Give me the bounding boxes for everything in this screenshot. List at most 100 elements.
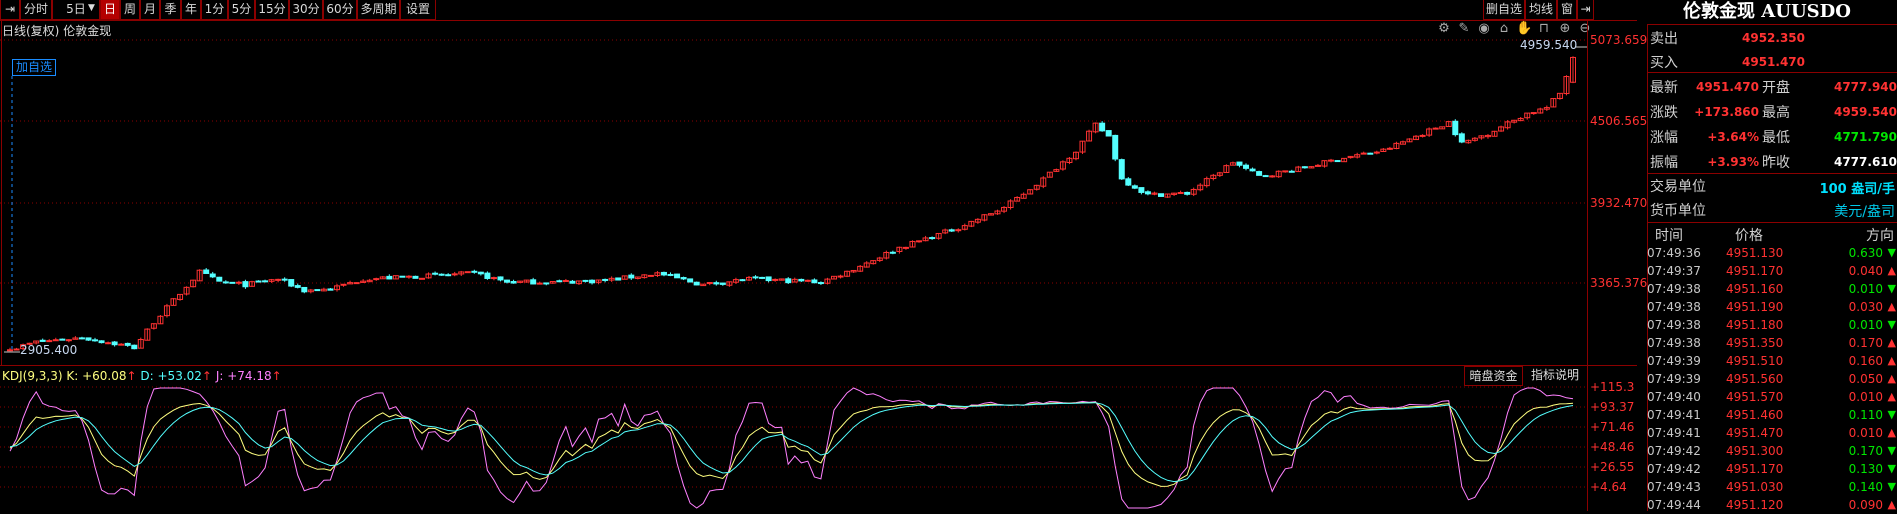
candle-body [7, 349, 13, 352]
candle-body [111, 341, 118, 346]
y-tick: 3932.470 [1590, 196, 1648, 210]
divider [1647, 173, 1897, 174]
candle-body [451, 273, 458, 276]
candle-body [569, 280, 576, 284]
tick-change: 0.130 [1848, 462, 1883, 476]
price-chart[interactable] [0, 0, 1640, 511]
candle-body [229, 281, 236, 284]
tick-time: 07:49:37 [1647, 264, 1701, 278]
latest-value: 4951.470 [1695, 80, 1759, 94]
candle-body [948, 229, 955, 232]
candle-body [1105, 130, 1112, 137]
arrow-up-icon: ▲ [1887, 264, 1896, 277]
direction-header: 方向 [1866, 228, 1894, 244]
candle-body [412, 275, 419, 279]
high-label: 最高 [1762, 105, 1790, 121]
tick-row: 07:49:40 4951.570 0.010 ▲ [1647, 388, 1897, 406]
tick-price: 4951.120 [1726, 498, 1784, 512]
candle-body [1458, 133, 1465, 143]
low-value: 4771.790 [1833, 130, 1897, 144]
candle-body [327, 288, 334, 291]
arrow-up-icon: ▲ [1887, 498, 1896, 511]
divider [1647, 222, 1897, 223]
tick-time: 07:49:42 [1647, 462, 1701, 476]
kdj-d-line [9, 402, 1574, 483]
low-label: 最低 [1762, 130, 1790, 146]
candle-body [98, 340, 105, 344]
candle-body [405, 275, 412, 278]
buy-price: 4951.470 [1742, 55, 1806, 69]
candle-body [543, 282, 550, 285]
candle-body [399, 275, 406, 278]
candle-body [929, 237, 936, 240]
indicator-help-button[interactable]: 指标说明 [1523, 366, 1587, 386]
candle-body [301, 286, 308, 293]
y-tick: 3365.376 [1590, 276, 1648, 290]
tick-change: 0.030 [1848, 300, 1883, 314]
change-label: 涨跌 [1650, 105, 1678, 121]
candle-body [687, 278, 694, 283]
candle-body [432, 272, 439, 275]
kdj-y-tick: +4.64 [1590, 480, 1627, 494]
candle-body [490, 277, 497, 280]
sell-price: 4952.350 [1742, 31, 1806, 45]
trade-unit-value: 100 盎司/手 [1819, 182, 1895, 197]
tick-change: 0.160 [1848, 354, 1883, 368]
candle-body [719, 282, 726, 285]
candle-body [1334, 160, 1341, 163]
candle-body [889, 251, 896, 254]
arrow-down-icon: ▼ [1887, 408, 1896, 421]
prev-value: 4777.610 [1833, 155, 1897, 169]
candle-body [1249, 168, 1256, 172]
candle-body [1530, 112, 1537, 115]
kdj-k-line [9, 401, 1574, 487]
kdj-y-tick: +115.3 [1590, 380, 1635, 394]
arrow-up-icon: ▲ [1887, 426, 1896, 439]
candle-body [438, 273, 445, 276]
candle-body [955, 229, 962, 232]
candle-body [510, 281, 517, 284]
arrow-up-icon: ▲ [1887, 372, 1896, 385]
candle-body [124, 342, 131, 346]
candle-body [902, 246, 909, 249]
candle-body [1419, 134, 1426, 137]
arrow-down-icon: ▼ [1887, 480, 1896, 493]
arrow-down-icon: ▼ [1887, 246, 1896, 259]
candle-body [680, 277, 687, 280]
candle-body [693, 281, 700, 286]
min-price-label: 2905.400 [20, 343, 78, 357]
candle-body [1452, 120, 1459, 136]
candle-body [497, 276, 504, 281]
tick-price: 4951.170 [1726, 264, 1784, 278]
tick-price: 4951.460 [1726, 408, 1784, 422]
dark-pool-button[interactable]: 暗盘资金 [1464, 366, 1523, 386]
tick-row: 07:49:36 4951.130 0.630 ▼ [1647, 244, 1897, 262]
candle-body [1262, 175, 1269, 178]
candle-body [52, 339, 59, 342]
tick-change: 0.010 [1848, 282, 1883, 296]
tick-change: 0.140 [1848, 480, 1883, 494]
tick-row: 07:49:39 4951.510 0.160 ▲ [1647, 352, 1897, 370]
candle-body [1236, 161, 1243, 166]
tick-change: 0.170 [1848, 336, 1883, 350]
buy-label: 买入 [1650, 55, 1678, 71]
candle-body [1112, 134, 1119, 160]
tick-time: 07:49:38 [1647, 282, 1701, 296]
candle-body [445, 274, 452, 277]
tick-change: 0.010 [1848, 390, 1883, 404]
candle-body [804, 279, 811, 282]
candle-body [1131, 185, 1138, 189]
tick-price: 4951.190 [1726, 300, 1784, 314]
candle-body [1367, 152, 1374, 155]
high-value: 4959.540 [1833, 105, 1897, 119]
tick-change: 0.110 [1848, 408, 1883, 422]
tick-row: 07:49:44 4951.120 0.090 ▲ [1647, 496, 1897, 514]
candle-body [1373, 151, 1380, 154]
candle-body [275, 278, 282, 281]
candle-body [759, 276, 766, 279]
candle-body [85, 337, 92, 341]
candle-body [1138, 187, 1145, 193]
candle-body [1144, 191, 1151, 195]
trade-unit-label: 交易单位 [1650, 179, 1706, 195]
arrow-up-icon: ▲ [1887, 354, 1896, 367]
